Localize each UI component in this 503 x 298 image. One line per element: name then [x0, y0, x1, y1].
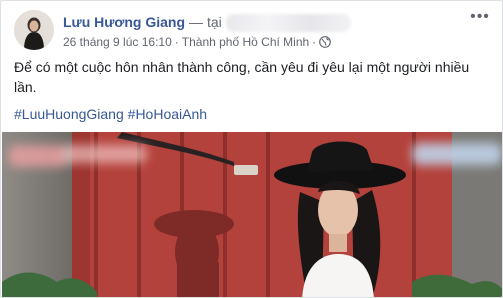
- hashtag-hohoaianh[interactable]: #HoHoaiAnh: [128, 106, 207, 122]
- arrow-separator: —: [189, 14, 203, 30]
- post-header: Lưu Hương Giang — tại: [63, 12, 351, 33]
- at-label: tại: [207, 14, 222, 30]
- timestamp[interactable]: 26 tháng 9 lúc 16:10: [63, 35, 172, 49]
- blurred-tagged-place: [225, 14, 351, 33]
- avatar-image: [14, 10, 54, 50]
- meta-separator: ·: [312, 35, 317, 49]
- post-message: Để có một cuộc hôn nhân thành công, cần …: [14, 59, 470, 95]
- hashtag-luuhuonggiang[interactable]: #LuuHuongGiang: [14, 106, 124, 122]
- post-card: Lưu Hương Giang — tại 26 tháng 9 lúc 16:10…: [0, 0, 503, 298]
- hashtag-list: #LuuHuongGiang #HoHoaiAnh: [14, 104, 207, 124]
- photo-image: [2, 132, 502, 297]
- meta-separator: ·: [174, 35, 179, 49]
- more-options-icon[interactable]: •••: [470, 9, 490, 27]
- post-photo[interactable]: [2, 132, 502, 297]
- post-meta: 26 tháng 9 lúc 16:10 · Thành phố Hồ Chí Mi…: [63, 34, 332, 50]
- location-link[interactable]: Thành phố Hồ Chí Minh: [182, 35, 309, 49]
- author-avatar[interactable]: [14, 10, 54, 50]
- globe-icon[interactable]: [319, 36, 332, 48]
- author-name[interactable]: Lưu Hương Giang: [63, 14, 185, 30]
